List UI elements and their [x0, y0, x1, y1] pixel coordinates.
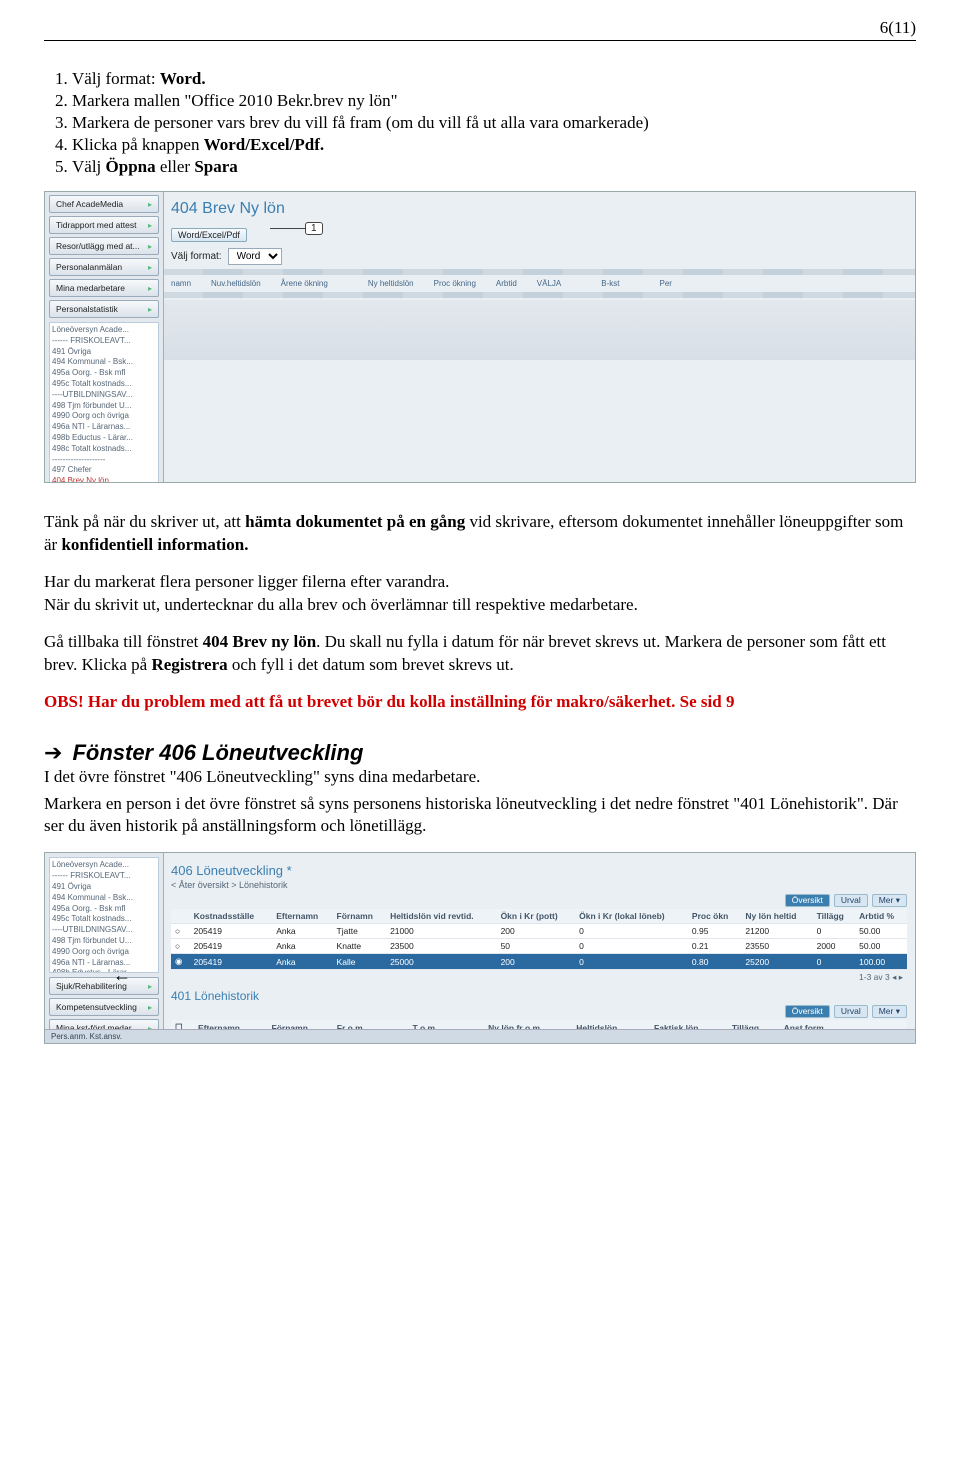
table-headers: namnNuv.heltidslönÅrene ökningNy heltids… [171, 277, 907, 290]
format-label: Välj format: [171, 251, 222, 262]
window-title: 406 Löneutveckling * [171, 863, 907, 878]
sidebar-button[interactable]: Chef AcadeMedia▸ [49, 195, 159, 213]
word-excel-pdf-button[interactable]: Word/Excel/Pdf [171, 228, 247, 242]
sidebar-list-item[interactable]: 495a Oorg. - Bsk mfl [52, 368, 156, 379]
tab[interactable]: Urval [834, 894, 868, 907]
section2-p2: Markera en person i det övre fönstret så… [44, 793, 916, 839]
sidebar-list-item[interactable]: 4990 Oorg och övriga [52, 411, 156, 422]
para-ga: Gå tillbaka till fönstret 404 Brev ny lö… [44, 631, 916, 677]
section-heading: Fönster 406 Löneutveckling [72, 740, 363, 766]
step-2: Markera mallen "Office 2010 Bekr.brev ny… [72, 91, 916, 111]
sidebar-list-item[interactable]: ----UTBILDNINGSAV... [52, 925, 156, 936]
blur-area [163, 300, 915, 360]
sidebar-list-item[interactable]: 494 Kommunal - Bsk... [52, 893, 156, 904]
radio-icon[interactable]: ◉ [171, 954, 190, 970]
blur-strip [163, 269, 915, 275]
sidebar-list-item[interactable]: ----UTBILDNINGSAV... [52, 390, 156, 401]
sidebar-button[interactable]: Sjuk/Rehabilitering▸ [49, 977, 159, 995]
step-4: Klicka på knappen Word/Excel/Pdf. [72, 135, 916, 155]
status-bar: Pers.anm. Kst.ansv. [45, 1029, 915, 1043]
radio-icon[interactable]: ○ [171, 939, 190, 954]
section-heading-row: ➔ Fönster 406 Löneutveckling [44, 740, 916, 766]
window-title: 404 Brev Ny lön [171, 200, 907, 218]
column-header[interactable]: Kostnadsställe [190, 909, 273, 924]
table-row[interactable]: ○205419AnkaTjatte2100020000.9521200050.0… [171, 924, 907, 939]
section2-p1: I det övre fönstret "406 Löneutveckling"… [44, 766, 916, 789]
column-header[interactable]: Proc ökn [688, 909, 742, 924]
pager-top[interactable]: 1-3 av 3 ◂ ▸ [171, 970, 907, 985]
tab[interactable]: Mer ▾ [872, 894, 907, 907]
para-har: Har du markerat flera personer ligger fi… [44, 571, 916, 617]
sidebar-list-item[interactable]: 498b Eductus - Lärar... [52, 968, 156, 973]
sidebar-list[interactable]: Löneöversyn Acade...------ FRISKOLEAVT..… [49, 857, 159, 973]
column-header[interactable]: Ökn i Kr (lokal löneb) [575, 909, 688, 924]
header-rule [44, 40, 916, 41]
sidebar-list-item[interactable]: 4990 Oorg och övriga [52, 947, 156, 958]
table-medarbetare: KostnadsställeEfternamnFörnamnHeltidslön… [171, 909, 907, 970]
sidebar-list-item[interactable]: 496a NTI - Lärarnas... [52, 958, 156, 969]
arrow-icon: ➔ [44, 742, 62, 764]
sidebar-button[interactable]: Mina medarbetare▸ [49, 279, 159, 297]
sidebar-list-item[interactable]: -------------------- [52, 455, 156, 466]
instruction-steps: Välj format: Word. Markera mallen "Offic… [72, 69, 916, 177]
column-header[interactable]: Arbtid % [855, 909, 907, 924]
sidebar-list-item[interactable]: 498 Tjm förbundet U... [52, 936, 156, 947]
sidebar-list-item[interactable]: 491 Övriga [52, 347, 156, 358]
table-row[interactable]: ○205419AnkaKnatte235005000.2123550200050… [171, 939, 907, 954]
callout-1: 1 [305, 222, 323, 235]
page-number: 6(11) [44, 18, 916, 38]
column-header[interactable]: Tillägg [813, 909, 856, 924]
table-row[interactable]: ◉205419AnkaKalle2500020000.80252000100.0… [171, 954, 907, 970]
blur-strip [163, 292, 915, 298]
sidebar-button[interactable]: Tidrapport med attest▸ [49, 216, 159, 234]
sidebar-list-item[interactable]: Löneöversyn Acade... [52, 860, 156, 871]
callout-line [270, 228, 305, 229]
sidebar-list-item[interactable]: 495c Totalt kostnads... [52, 914, 156, 925]
sidebar-list-item[interactable]: ------ FRISKOLEAVT... [52, 336, 156, 347]
sidebar-button[interactable]: Kompetensutveckling▸ [49, 998, 159, 1016]
sidebar: Chef AcadeMedia▸ Tidrapport med attest▸ Re… [45, 192, 164, 482]
sidebar-list-item[interactable]: 494 Kommunal - Bsk... [52, 357, 156, 368]
tab[interactable]: Mer ▾ [872, 1005, 907, 1018]
tab[interactable]: Urval [834, 1005, 868, 1018]
sidebar-list-item[interactable]: 491 Övriga [52, 882, 156, 893]
tab[interactable]: Översikt [785, 1005, 830, 1018]
sidebar-list-item[interactable]: Löneöversyn Acade... [52, 325, 156, 336]
subwindow-title: 401 Lönehistorik [171, 989, 907, 1003]
sidebar-list[interactable]: Löneöversyn Acade...------ FRISKOLEAVT..… [49, 322, 159, 483]
radio-icon[interactable]: ○ [171, 924, 190, 939]
format-select[interactable]: Word [228, 248, 282, 265]
column-header[interactable]: Efternamn [272, 909, 332, 924]
column-header[interactable]: Ny lön heltid [741, 909, 812, 924]
column-header[interactable]: Heltidslön vid revtid. [386, 909, 497, 924]
column-header[interactable]: Förnamn [333, 909, 387, 924]
sidebar-list-item[interactable]: 404 Brev Ny lön [52, 476, 156, 483]
sidebar-list-item[interactable]: 497 Chefer [52, 465, 156, 476]
tab[interactable]: Översikt [785, 894, 830, 907]
column-header[interactable]: Ökn i Kr (pott) [497, 909, 576, 924]
sidebar-button[interactable]: Personalanmälan▸ [49, 258, 159, 276]
sidebar-list-item[interactable]: 495a Oorg. - Bsk mfl [52, 904, 156, 915]
sidebar-button[interactable]: Resor/utlägg med at...▸ [49, 237, 159, 255]
sidebar-list-item[interactable]: ------ FRISKOLEAVT... [52, 871, 156, 882]
sidebar-list-item[interactable]: 498 Tjm förbundet U... [52, 401, 156, 412]
breadcrumb[interactable]: < Åter översikt > Lönehistorik [171, 880, 907, 890]
step-3: Markera de personer vars brev du vill få… [72, 113, 916, 133]
para-tank: Tänk på när du skriver ut, att hämta dok… [44, 511, 916, 557]
sidebar-button[interactable]: Personalstatistik▸ [49, 300, 159, 318]
sidebar: Löneöversyn Acade...------ FRISKOLEAVT..… [45, 853, 164, 1043]
sidebar-list-item[interactable]: 498b Eductus - Lärar... [52, 433, 156, 444]
screenshot-404-brev: Chef AcadeMedia▸ Tidrapport med attest▸ Re… [44, 191, 916, 483]
step-1: Välj format: Word. [72, 69, 916, 89]
tab-strip: Översikt Urval Mer ▾ [171, 894, 907, 907]
column-header[interactable] [171, 909, 190, 924]
warning-obs: OBS! Har du problem med att få ut brevet… [44, 691, 916, 714]
sidebar-list-item[interactable]: 496a NTI - Lärarnas... [52, 422, 156, 433]
pointer-arrow-icon: ← [113, 965, 131, 986]
sidebar-list-item[interactable]: 498c Totalt kostnads... [52, 444, 156, 455]
step-5: Välj Öppna eller Spara [72, 157, 916, 177]
sidebar-list-item[interactable]: 495c Totalt kostnads... [52, 379, 156, 390]
screenshot-406-loneutveckling: Löneöversyn Acade...------ FRISKOLEAVT..… [44, 852, 916, 1044]
tab-strip-2: Översikt Urval Mer ▾ [171, 1005, 907, 1018]
